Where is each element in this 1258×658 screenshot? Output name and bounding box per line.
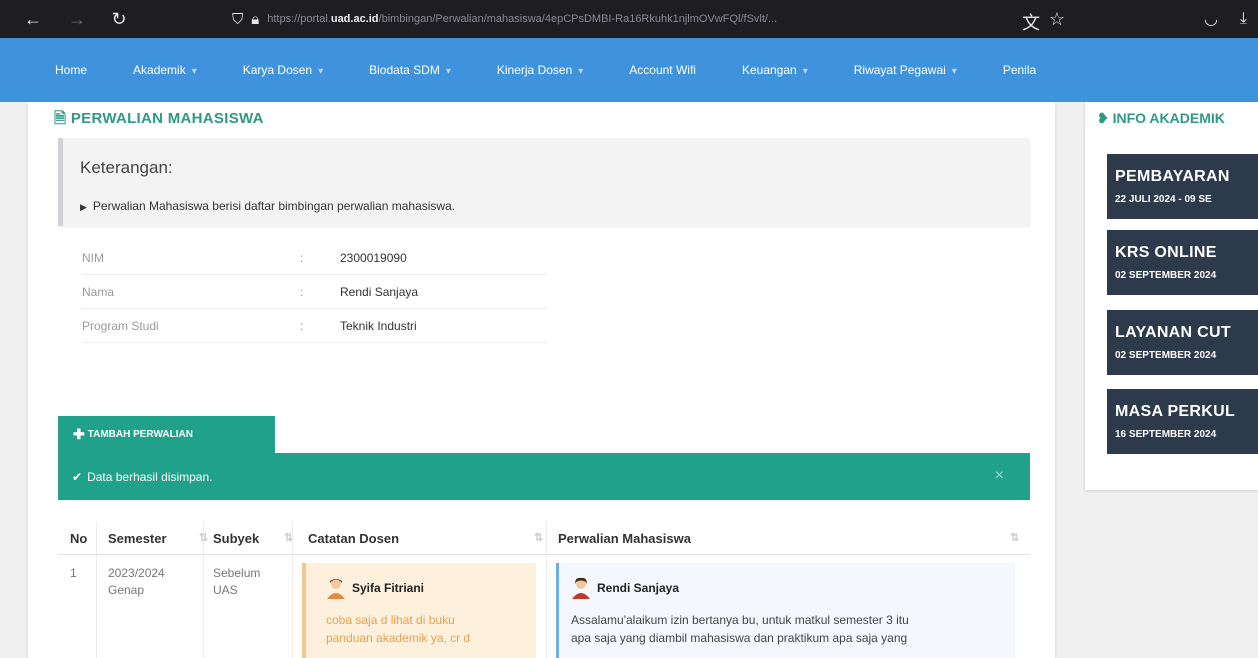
header-semester[interactable]: Semester — [108, 531, 167, 546]
main-panel: 🗎︎ PERWALIAN MAHASISWA Keterangan: ▶ Perw… — [28, 102, 1055, 658]
info-callout: Keterangan: ▶ Perwalian Mahasiswa berisi … — [58, 138, 1030, 226]
info-item-masa-perkuliahan[interactable]: MASA PERKUL 16 SEPTEMBER 2024 — [1107, 389, 1258, 454]
info-item-krs-online[interactable]: KRS ONLINE 02 SEPTEMBER 2024 — [1107, 230, 1258, 295]
browser-toolbar: ← → ↻ ⛉ 🔒︎ https://portal. uad.ac.id/bimb… — [0, 0, 1258, 38]
main-navbar: Home Akademik ▾ Karya Dosen ▾ Biodata SDM ▾… — [0, 38, 1258, 102]
nav-item-home[interactable]: Home — [55, 63, 87, 77]
table-row: 1 2023/2024 Genap Sebelum UAS Syifa Fitria… — [58, 555, 1030, 658]
cell-semester: 2023/2024 Genap — [108, 566, 165, 597]
info-item-title: PEMBAYARAN — [1115, 168, 1230, 185]
detail-label: Program Studi — [82, 319, 159, 333]
bookmark-icon: ❥ — [1097, 110, 1109, 126]
detail-value: Teknik Industri — [340, 319, 417, 333]
dosen-name: Syifa Fitriani — [352, 581, 425, 595]
caret-down-icon: ▾ — [802, 66, 808, 77]
cell-subyek: Sebelum UAS — [213, 566, 261, 597]
info-item-date: 02 SEPTEMBER 2024 — [1115, 270, 1217, 281]
nav-item-karya-dosen[interactable]: Karya Dosen ▾ — [243, 63, 323, 77]
info-item-title: MASA PERKUL — [1115, 403, 1236, 420]
table-header: No Semester ⇅ Subyek ⇅ Catatan Dosen ⇅ P… — [58, 522, 1030, 658]
sidebar-title: ❥ INFO AKADEMIK — [1097, 110, 1225, 126]
header-subyek[interactable]: Subyek — [213, 531, 259, 546]
caret-down-icon: ▾ — [445, 66, 451, 77]
detail-value: Rendi Sanjaya — [340, 285, 419, 299]
plus-icon: ✚ — [73, 426, 85, 442]
nav-item-riwayat-pegawai[interactable]: Riwayat Pegawai ▾ — [854, 63, 957, 77]
nav-item-biodata-sdm[interactable]: Biodata SDM ▾ — [369, 63, 451, 77]
bullet-icon: ▶ — [80, 202, 87, 212]
dosen-note-text: coba saja d lihat di buku panduan akademi… — [326, 613, 471, 645]
form-icon: 🗎︎ — [54, 110, 67, 127]
detail-label: Nama — [82, 285, 115, 299]
detail-label: NIM — [82, 251, 104, 265]
detail-row-prodi: Program Studi : Teknik Industri — [82, 309, 547, 343]
user-avatar-icon — [572, 577, 590, 599]
info-item-date: 02 SEPTEMBER 2024 — [1115, 350, 1217, 361]
nav-item-keuangan[interactable]: Keuangan ▾ — [742, 63, 808, 77]
forward-arrow-icon[interactable]: → — [62, 9, 92, 30]
header-catatan-dosen[interactable]: Catatan Dosen — [308, 531, 399, 546]
url-prefix: https://portal. — [267, 13, 331, 25]
info-item-title: LAYANAN CUT — [1115, 324, 1231, 341]
caret-down-icon: ▾ — [191, 66, 197, 77]
detail-separator: : — [300, 251, 304, 265]
detail-separator: : — [300, 285, 304, 299]
info-akademik-panel: ❥ INFO AKADEMIK PEMBAYARAN 22 JULI 2024 … — [1085, 102, 1258, 490]
close-icon[interactable]: × — [995, 467, 1004, 485]
info-item-date: 22 JULI 2024 - 09 SE — [1115, 194, 1212, 205]
info-item-pembayaran[interactable]: PEMBAYARAN 22 JULI 2024 - 09 SE — [1107, 154, 1258, 219]
nav-item-kinerja-dosen[interactable]: Kinerja Dosen ▾ — [497, 63, 583, 77]
sort-icon[interactable]: ⇅ — [534, 531, 543, 544]
detail-value: 2300019090 — [340, 251, 407, 265]
info-item-date: 16 SEPTEMBER 2024 — [1115, 429, 1217, 440]
caret-down-icon: ▾ — [951, 66, 957, 77]
check-icon: ✔ — [72, 469, 83, 484]
detail-row-nim: NIM : 2300019090 — [82, 241, 547, 275]
page-title: 🗎︎ PERWALIAN MAHASISWA — [54, 110, 264, 127]
success-alert: ✔ Data berhasil disimpan. × — [58, 453, 1030, 500]
header-perwalian-mahasiswa[interactable]: Perwalian Mahasiswa — [558, 531, 691, 546]
nav-item-account-wifi[interactable]: Account Wifi — [629, 63, 696, 77]
bookmark-star-icon[interactable]: ☆ — [1042, 9, 1072, 30]
url-path: /bimbingan/Perwalian/mahasiswa/4epCPsDMB… — [378, 13, 778, 25]
cell-no: 1 — [70, 566, 77, 580]
info-item-layanan-cuti[interactable]: LAYANAN CUT 02 SEPTEMBER 2024 — [1107, 310, 1258, 375]
info-text: ▶ Perwalian Mahasiswa berisi daftar bimbi… — [80, 199, 456, 213]
catatan-dosen-note: Syifa Fitriani coba saja d lihat di buku… — [302, 563, 536, 658]
add-perwalian-button[interactable]: ✚ TAMBAH PERWALIAN — [58, 416, 275, 453]
caret-down-icon: ▾ — [318, 66, 324, 77]
caret-down-icon: ▾ — [578, 66, 584, 77]
detail-separator: : — [300, 319, 304, 333]
header-no[interactable]: No — [70, 531, 87, 546]
reload-icon[interactable]: ↻ — [104, 9, 134, 30]
pocket-icon[interactable]: ◡ — [1204, 9, 1218, 29]
url-bar[interactable]: ⛉ 🔒︎ https://portal. uad.ac.id/bimbingan/… — [232, 5, 1002, 33]
perwalian-table: No Semester ⇅ Subyek ⇅ Catatan Dosen ⇅ P… — [58, 522, 1030, 658]
download-icon[interactable]: ⤓ — [1240, 10, 1247, 28]
nav-item-penilaian[interactable]: Penila — [1003, 63, 1036, 77]
mahasiswa-name: Rendi Sanjaya — [597, 581, 680, 595]
nav-item-akademik[interactable]: Akademik ▾ — [133, 63, 197, 77]
mahasiswa-note-text: Assalamu'alaikum izin bertanya bu, untuk… — [571, 613, 909, 645]
url-host: uad.ac.id — [330, 13, 379, 25]
sort-icon[interactable]: ⇅ — [1010, 531, 1019, 544]
back-arrow-icon[interactable]: ← — [18, 9, 48, 30]
info-title: Keterangan: — [80, 158, 173, 177]
user-avatar-icon — [327, 579, 345, 599]
info-item-title: KRS ONLINE — [1115, 244, 1217, 261]
perwalian-mahasiswa-note: Rendi Sanjaya Assalamu'alaikum izin bert… — [556, 563, 1015, 658]
detail-row-nama: Nama : Rendi Sanjaya — [82, 275, 547, 309]
lock-icon: 🔒︎ — [251, 10, 260, 28]
shield-icon: ⛉ — [232, 10, 244, 28]
